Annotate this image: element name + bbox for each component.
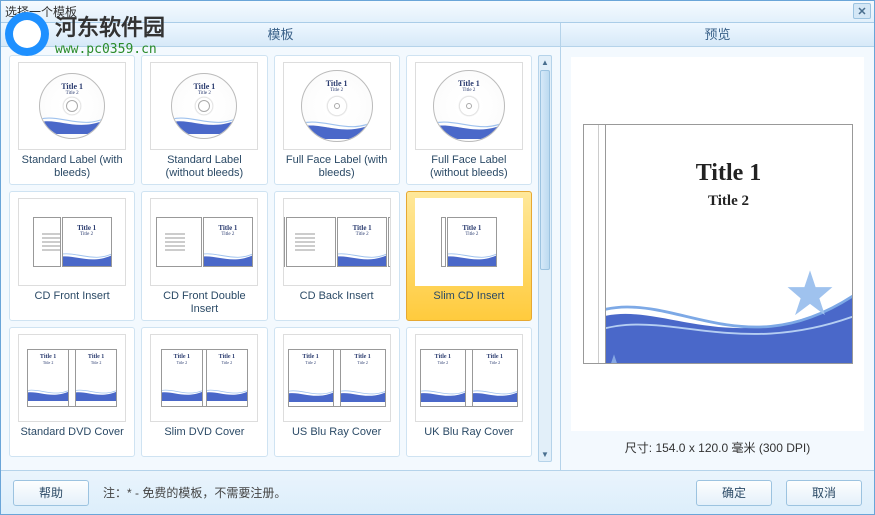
- close-icon: ✕: [857, 5, 866, 18]
- template-thumbnail: Title 1Title 2: [18, 62, 126, 150]
- template-thumbnail: Title 1Title 2: [283, 198, 391, 286]
- template-label: Standard Label (without bleeds): [149, 154, 259, 180]
- template-label: Full Face Label (with bleeds): [282, 154, 392, 180]
- template-item[interactable]: Title 1Title 2 CD Front Double Insert: [141, 191, 267, 321]
- preview-dimensions: 尺寸: 154.0 x 120.0 毫米 (300 DPI): [571, 431, 864, 460]
- preview-front: Title 1 Title 2: [606, 125, 852, 363]
- template-item[interactable]: Title 1Title 2 Slim CD Insert: [406, 191, 532, 321]
- templates-panel: Title 1Title 2 Standard Label (with blee…: [1, 47, 561, 470]
- template-label: Slim DVD Cover: [164, 426, 244, 439]
- template-label: Standard DVD Cover: [20, 426, 123, 439]
- wave-graphic-icon: [606, 233, 852, 363]
- template-thumbnail: Title 1Title 2: [150, 198, 258, 286]
- template-item[interactable]: Title 1Title 2 Full Face Label (without …: [406, 55, 532, 185]
- template-label: CD Front Insert: [35, 290, 110, 303]
- free-template-note: 注：* - 免费的模板，不需要注册。: [103, 484, 286, 501]
- cancel-button[interactable]: 取消: [786, 480, 862, 506]
- scroll-up-icon[interactable]: ▲: [539, 56, 551, 69]
- template-label: US Blu Ray Cover: [292, 426, 381, 439]
- template-thumbnail: Title 1Title 2: [18, 198, 126, 286]
- ok-button[interactable]: 确定: [696, 480, 772, 506]
- section-headers: 模板 预览: [1, 23, 874, 47]
- template-thumbnail: Title 1Title 2: [415, 198, 523, 286]
- template-item[interactable]: Title 1Title 2Title 1Title 2 Standard DV…: [9, 327, 135, 457]
- scroll-down-icon[interactable]: ▼: [539, 448, 551, 461]
- template-item[interactable]: Title 1Title 2Title 1Title 2 UK Blu Ray …: [406, 327, 532, 457]
- template-thumbnail: Title 1Title 2: [415, 62, 523, 150]
- window-title: 选择一个模板: [5, 3, 77, 20]
- template-item[interactable]: Title 1Title 2 Full Face Label (with ble…: [274, 55, 400, 185]
- template-item[interactable]: Title 1Title 2Title 1Title 2 Slim DVD Co…: [141, 327, 267, 457]
- templates-scrollbar[interactable]: ▲ ▼: [538, 55, 552, 462]
- preview-box: Title 1 Title 2: [571, 57, 864, 431]
- scrollbar-thumb[interactable]: [540, 70, 550, 270]
- template-label: Standard Label (with bleeds): [17, 154, 127, 180]
- preview-title-1: Title 1: [606, 160, 852, 187]
- template-item[interactable]: Title 1Title 2 CD Front Insert: [9, 191, 135, 321]
- template-item[interactable]: Title 1Title 2 CD Back Insert: [274, 191, 400, 321]
- template-thumbnail: Title 1Title 2Title 1Title 2: [283, 334, 391, 422]
- template-label: Slim CD Insert: [433, 290, 504, 303]
- template-label: CD Front Double Insert: [149, 290, 259, 316]
- template-thumbnail: Title 1Title 2Title 1Title 2: [18, 334, 126, 422]
- preview-heading: 预览: [561, 23, 874, 47]
- template-thumbnail: Title 1Title 2Title 1Title 2: [415, 334, 523, 422]
- help-button[interactable]: 帮助: [13, 480, 89, 506]
- template-thumbnail: Title 1Title 2: [150, 62, 258, 150]
- preview-spine: [584, 125, 606, 363]
- template-label: CD Back Insert: [300, 290, 374, 303]
- titlebar: 选择一个模板 ✕: [1, 1, 874, 23]
- preview-image: Title 1 Title 2: [583, 124, 853, 364]
- templates-heading: 模板: [1, 23, 561, 47]
- template-thumbnail: Title 1Title 2Title 1Title 2: [150, 334, 258, 422]
- templates-grid: Title 1Title 2 Standard Label (with blee…: [9, 55, 538, 457]
- template-item[interactable]: Title 1Title 2Title 1Title 2 US Blu Ray …: [274, 327, 400, 457]
- preview-title-2: Title 2: [606, 193, 852, 210]
- template-label: UK Blu Ray Cover: [424, 426, 513, 439]
- template-item[interactable]: Title 1Title 2 Standard Label (with blee…: [9, 55, 135, 185]
- template-label: Full Face Label (without bleeds): [414, 154, 524, 180]
- dialog-footer: 帮助 注：* - 免费的模板，不需要注册。 确定 取消: [1, 470, 874, 514]
- template-thumbnail: Title 1Title 2: [283, 62, 391, 150]
- template-item[interactable]: Title 1Title 2 Standard Label (without b…: [141, 55, 267, 185]
- preview-panel: Title 1 Title 2 尺寸:: [561, 47, 874, 470]
- dialog-window: 选择一个模板 ✕ 河东软件园 www.pc0359.cn 模板 预览 Title…: [0, 0, 875, 515]
- close-button[interactable]: ✕: [853, 3, 871, 19]
